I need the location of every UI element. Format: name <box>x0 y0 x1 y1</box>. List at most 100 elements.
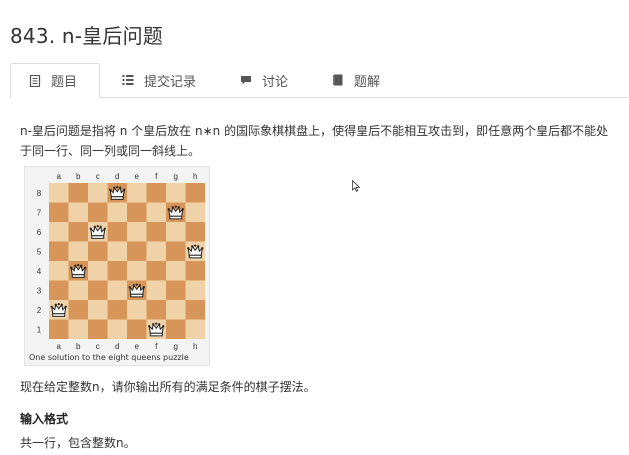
rank-label-left: 1 <box>37 325 42 334</box>
board-square <box>185 300 205 320</box>
board-square <box>127 183 147 203</box>
board-square <box>107 261 127 281</box>
board-square <box>127 222 147 242</box>
board-square <box>68 300 88 320</box>
file-label-top: g <box>174 172 178 181</box>
board-square <box>49 319 69 339</box>
board-square <box>185 319 205 339</box>
board-square <box>146 300 166 320</box>
board-square <box>146 241 166 261</box>
rank-label-left: 4 <box>37 267 42 276</box>
file-label-top: e <box>135 172 140 181</box>
rank-label-left: 6 <box>37 228 42 237</box>
file-label-bottom: e <box>135 342 140 351</box>
board-square <box>166 183 186 203</box>
board-square <box>166 261 186 281</box>
board-square <box>49 202 69 222</box>
rank-label-left: 7 <box>37 208 42 217</box>
board-square <box>49 222 69 242</box>
input-format-heading: 输入格式 <box>20 412 69 426</box>
board-square <box>49 183 69 203</box>
board-square <box>146 280 166 300</box>
rank-label-left: 5 <box>37 247 42 256</box>
rank-label-left: 2 <box>37 306 42 315</box>
board-square <box>88 261 108 281</box>
tab-discussion[interactable]: 讨论 <box>240 63 288 97</box>
board-square <box>49 241 69 261</box>
board-square <box>166 241 186 261</box>
file-label-bottom: f <box>155 342 158 351</box>
file-label-top: f <box>155 172 158 181</box>
mouse-cursor-icon <box>352 180 360 192</box>
file-label-bottom: c <box>96 342 100 351</box>
file-label-bottom: g <box>174 342 178 351</box>
board-square <box>185 183 205 203</box>
tab-problem[interactable]: 题目 <box>10 63 100 98</box>
input-format-text: 共一行，包含整数n。 <box>20 436 136 450</box>
board-square <box>107 241 127 261</box>
board-square <box>107 280 127 300</box>
tab-submissions[interactable]: 提交记录 <box>122 63 196 97</box>
board-square <box>49 280 69 300</box>
problem-tabs: 题目 提交记录 讨论 题解 <box>10 63 629 98</box>
board-square <box>107 202 127 222</box>
board-square <box>166 222 186 242</box>
board-square <box>127 202 147 222</box>
chessboard: aabbccddeeffgghh8877665544332211 <box>37 172 205 351</box>
problem-description: n-皇后问题是指将 n 个皇后放在 n∗n 的国际象棋棋盘上，使得皇后不能相互攻… <box>20 124 609 158</box>
board-square <box>166 319 186 339</box>
file-label-bottom: a <box>57 342 62 351</box>
board-square <box>146 261 166 281</box>
board-square <box>68 319 88 339</box>
list-icon <box>122 75 134 85</box>
tab-label: 题目 <box>51 75 78 90</box>
board-square <box>185 261 205 281</box>
eight-queens-figure: aabbccddeeffgghh8877665544332211 One sol… <box>24 166 210 366</box>
document-icon <box>29 74 41 87</box>
figure-caption: One solution to the eight queens puzzle <box>29 353 189 362</box>
chat-bubble-icon <box>241 76 251 85</box>
board-square <box>107 300 127 320</box>
board-square <box>166 280 186 300</box>
board-square <box>88 300 108 320</box>
board-square <box>88 319 108 339</box>
board-square <box>68 241 88 261</box>
rank-label-left: 3 <box>37 286 42 295</box>
board-square <box>107 319 127 339</box>
file-label-top: h <box>193 172 197 181</box>
board-square <box>68 222 88 242</box>
board-square <box>68 280 88 300</box>
board-square <box>185 202 205 222</box>
board-square <box>127 300 147 320</box>
tab-label: 提交记录 <box>144 74 197 90</box>
file-label-top: b <box>76 172 81 181</box>
board-square <box>88 241 108 261</box>
board-square <box>88 183 108 203</box>
tab-label: 题解 <box>354 74 381 90</box>
board-square <box>185 222 205 242</box>
tab-solutions[interactable]: 题解 <box>332 63 380 97</box>
file-label-bottom: d <box>115 342 119 351</box>
file-label-top: a <box>57 172 62 181</box>
board-square <box>146 222 166 242</box>
tab-label: 讨论 <box>262 74 289 90</box>
file-label-top: d <box>115 172 119 181</box>
task-paragraph: 现在给定整数n，请你输出所有的满足条件的棋子摆法。 <box>20 380 316 394</box>
page-title: 843. n-皇后问题 <box>10 24 163 48</box>
file-label-bottom: h <box>193 342 197 351</box>
file-label-top: c <box>96 172 100 181</box>
board-square <box>127 241 147 261</box>
board-square <box>88 202 108 222</box>
file-label-bottom: b <box>76 342 81 351</box>
board-square <box>68 183 88 203</box>
board-square <box>146 202 166 222</box>
board-square <box>68 202 88 222</box>
rank-label-left: 8 <box>37 189 42 198</box>
book-icon <box>333 74 343 86</box>
board-square <box>146 183 166 203</box>
board-square <box>107 222 127 242</box>
board-square <box>49 261 69 281</box>
board-square <box>166 300 186 320</box>
board-square <box>185 280 205 300</box>
board-square <box>127 261 147 281</box>
